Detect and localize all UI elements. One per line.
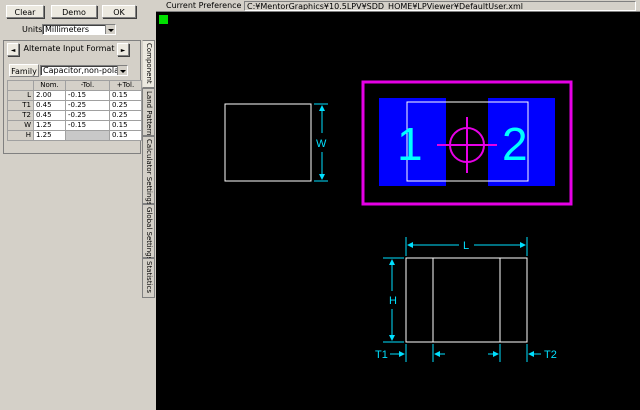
side-view-body [405, 257, 528, 343]
table-row: T1 0.45 -0.25 0.25 [7, 100, 142, 111]
tab-global-settings[interactable]: Global Settings [142, 204, 155, 260]
drawing-canvas[interactable]: W 1 2 L H T1 T2 [156, 12, 640, 410]
body-outline [224, 103, 312, 182]
table-row: W 1.25 -0.15 0.15 [7, 120, 142, 131]
chevron-down-icon[interactable] [117, 66, 127, 75]
plus-tol-input[interactable]: 0.15 [109, 130, 142, 141]
row-label: T1 [7, 100, 34, 111]
minus-tol-input[interactable]: -0.25 [65, 110, 110, 121]
preference-bar: Current Preference File: C:¥MentorGraphi… [156, 0, 640, 12]
pattern-drawing: W 1 2 L H T1 T2 [224, 80, 573, 362]
plus-tol-input[interactable]: 0.25 [109, 100, 142, 111]
ok-button[interactable]: OK [102, 5, 136, 18]
nom-input[interactable]: 1.25 [33, 130, 66, 141]
family-label: Family [9, 64, 39, 77]
dim-t2-label: T2 [544, 349, 557, 361]
minus-tol-input[interactable]: -0.15 [65, 90, 110, 101]
dim-h-label: H [389, 295, 397, 307]
tab-statistics[interactable]: Statistics [142, 258, 155, 298]
table-row: H 1.25 0.15 [7, 130, 142, 141]
dimension-table: Nom. -Tol. +Tol. L 2.00 -0.15 0.15 T1 0.… [7, 80, 142, 141]
tab-land-pattern[interactable]: Land Pattern [142, 88, 155, 136]
units-value: Millimeters [45, 25, 90, 34]
preference-path: C:¥MentorGraphics¥10.5LPV¥SDD_HOME¥LPVie… [247, 2, 524, 11]
row-label: H [7, 130, 34, 141]
header-cell: Nom. [33, 80, 66, 91]
nom-input[interactable]: 0.45 [33, 100, 66, 111]
row-label: T2 [7, 110, 34, 121]
format-next-button[interactable]: ► [117, 43, 129, 56]
header-cell [7, 80, 34, 91]
nom-input[interactable]: 1.25 [33, 120, 66, 131]
format-label: Alternate Input Format [23, 44, 115, 53]
dim-t1-label: T1 [375, 349, 388, 361]
plus-tol-input[interactable]: 0.25 [109, 110, 142, 121]
row-label: L [7, 90, 34, 101]
dim-l-label: L [463, 240, 469, 252]
table-row: T2 0.45 -0.25 0.25 [7, 110, 142, 121]
family-value: Capacitor,non-polarized [43, 66, 127, 75]
tab-component[interactable]: Component [142, 40, 155, 88]
chevron-down-icon[interactable] [105, 25, 115, 34]
row-label: W [7, 120, 34, 131]
minus-tol-input[interactable]: -0.15 [65, 120, 110, 131]
tab-calculator-settings[interactable]: Calculator Settings [142, 136, 155, 205]
plus-tol-input[interactable]: 0.15 [109, 90, 142, 101]
plus-tol-input[interactable]: 0.15 [109, 120, 142, 131]
nom-input[interactable]: 0.45 [33, 110, 66, 121]
family-select[interactable]: Capacitor,non-polarized [40, 65, 128, 76]
pad-2-number: 2 [502, 118, 528, 170]
format-prev-button[interactable]: ◄ [7, 43, 19, 56]
header-cell: -Tol. [65, 80, 110, 91]
units-label: Units [22, 25, 43, 34]
minus-tol-input[interactable]: -0.25 [65, 100, 110, 111]
header-cell: +Tol. [109, 80, 142, 91]
units-select[interactable]: Millimeters [42, 24, 116, 35]
nom-input[interactable]: 2.00 [33, 90, 66, 101]
dim-w-label: W [316, 138, 327, 150]
demo-button[interactable]: Demo [51, 5, 97, 18]
dim-t-lines [390, 344, 541, 362]
minus-tol-input [65, 130, 110, 141]
table-row: L 2.00 -0.15 0.15 [7, 90, 142, 101]
preference-path-field: C:¥MentorGraphics¥10.5LPV¥SDD_HOME¥LPVie… [244, 1, 636, 11]
pad-1-number: 1 [397, 118, 423, 170]
clear-button[interactable]: Clear [6, 5, 44, 18]
table-header: Nom. -Tol. +Tol. [7, 80, 142, 91]
